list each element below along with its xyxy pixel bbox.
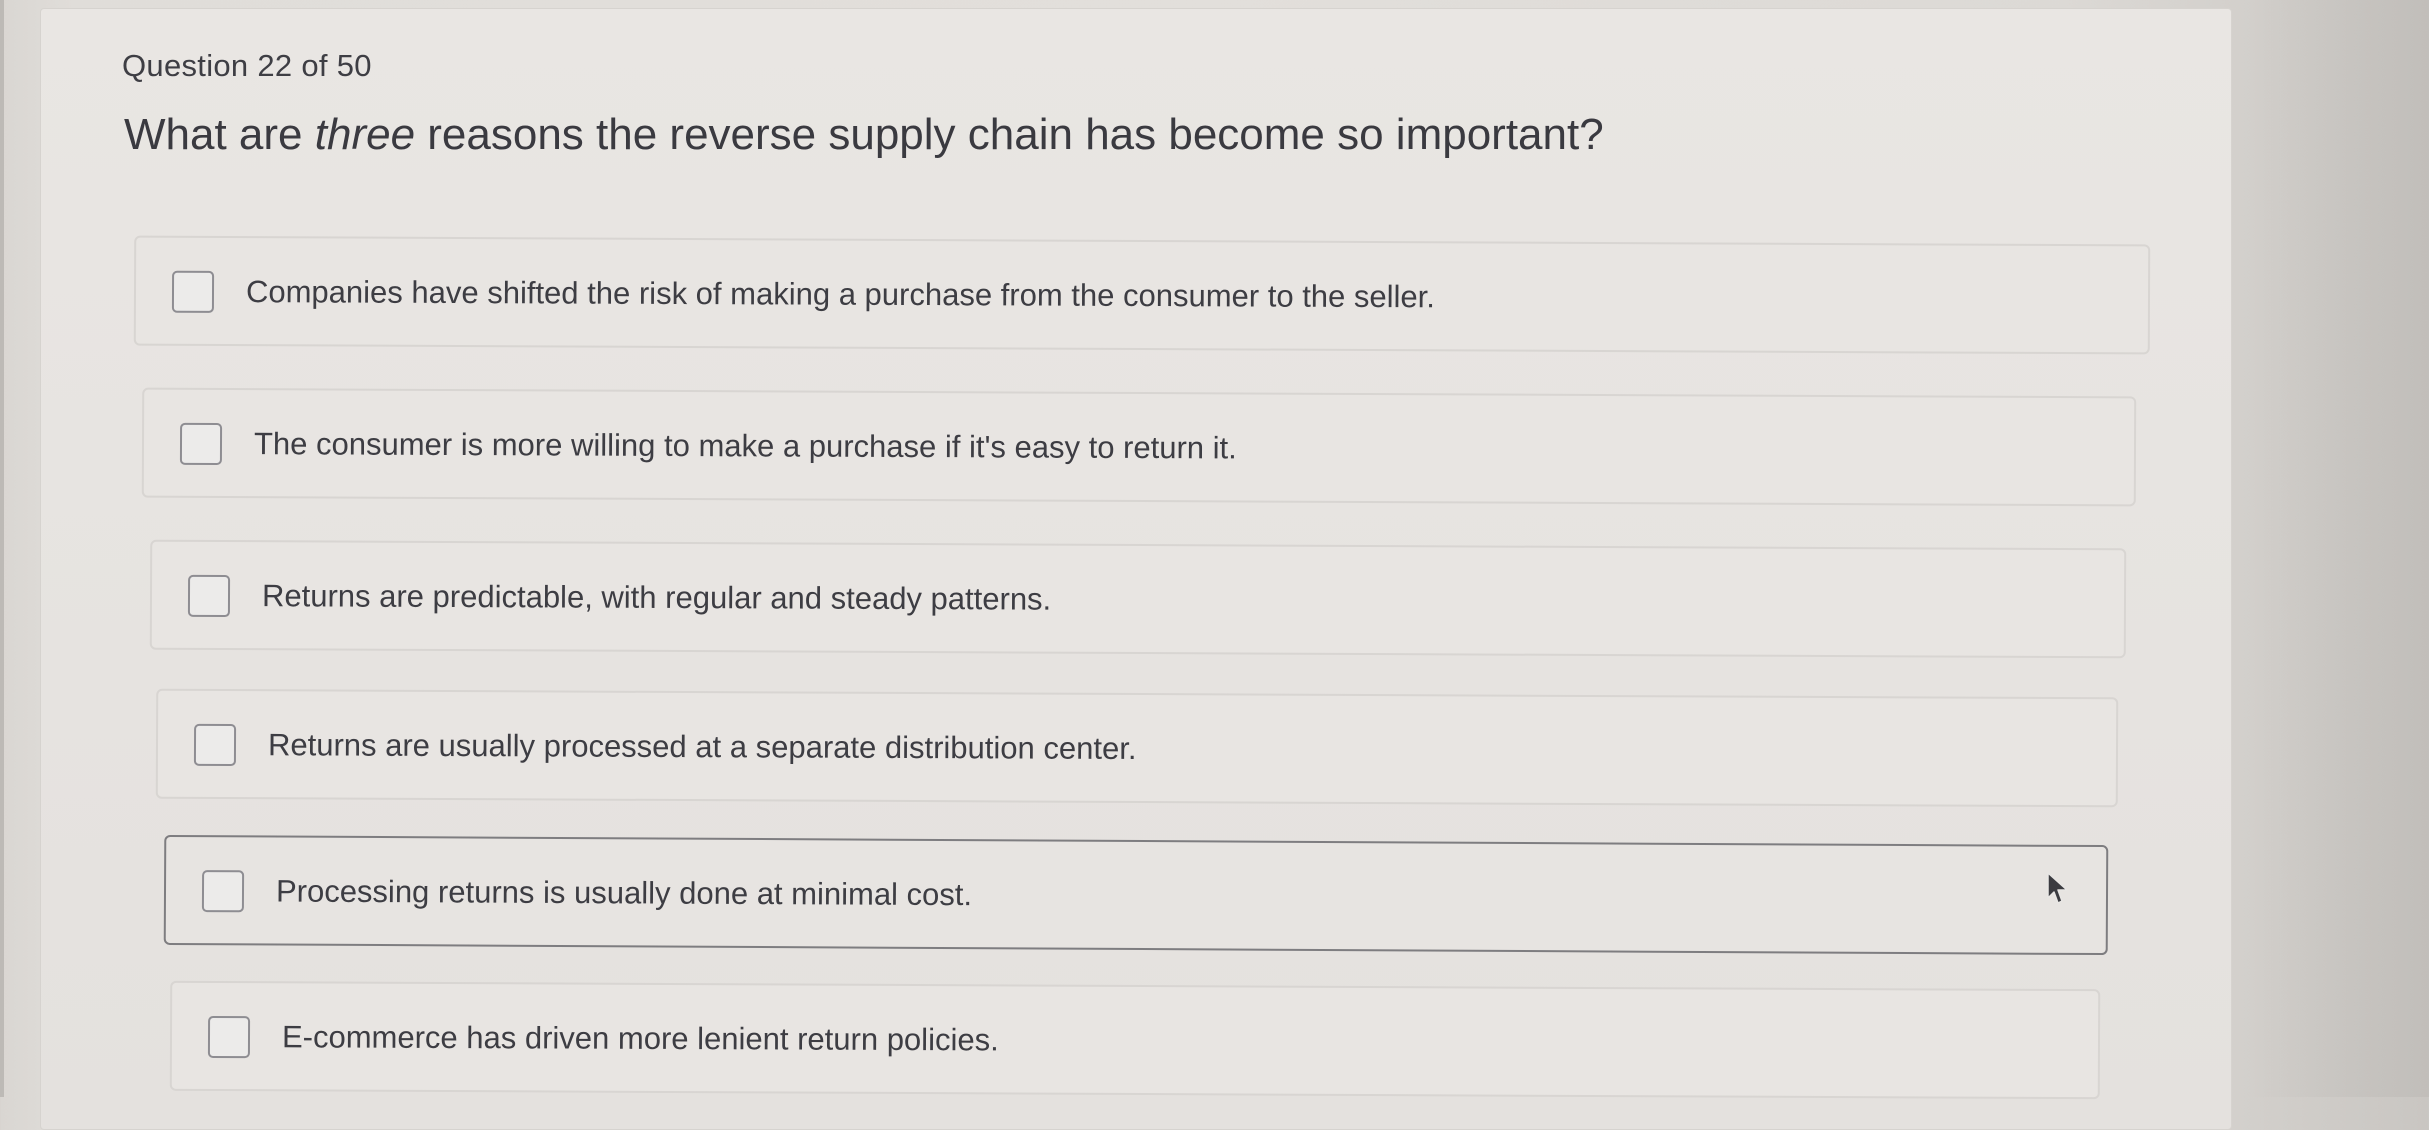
answer-option-1[interactable]: Companies have shifted the risk of makin… <box>133 235 2151 355</box>
question-text: What are three reasons the reverse suppl… <box>124 110 1604 160</box>
answer-option-label: E-commerce has driven more lenient retur… <box>281 1019 999 1058</box>
checkbox-icon[interactable] <box>201 870 245 913</box>
answer-option-4[interactable]: Returns are usually processed at a separ… <box>155 688 2119 808</box>
answer-option-label: Returns are predictable, with regular an… <box>261 578 1052 617</box>
checkbox-icon[interactable] <box>179 422 223 465</box>
answer-option-2[interactable]: The consumer is more willing to make a p… <box>141 387 2137 507</box>
answer-option-label: Returns are usually processed at a separ… <box>267 727 1137 766</box>
answer-option-5[interactable]: Processing returns is usually done at mi… <box>163 834 2109 956</box>
question-counter: Question 22 of 50 <box>122 48 372 83</box>
question-suffix: reasons the reverse supply chain has bec… <box>415 110 1604 159</box>
answer-option-label: The consumer is more willing to make a p… <box>253 426 1237 466</box>
answer-option-label: Processing returns is usually done at mi… <box>275 873 973 913</box>
answer-option-3[interactable]: Returns are predictable, with regular an… <box>149 539 2127 659</box>
answer-option-label: Companies have shifted the risk of makin… <box>245 274 1436 315</box>
mouse-pointer-icon <box>2047 872 2068 904</box>
screen-edge <box>0 0 4 1097</box>
checkbox-icon[interactable] <box>171 270 215 313</box>
question-prefix: What are <box>124 110 315 159</box>
question-emphasis: three <box>314 110 416 159</box>
checkbox-icon[interactable] <box>207 1015 251 1059</box>
answer-option-6[interactable]: E-commerce has driven more lenient retur… <box>169 980 2101 1100</box>
checkbox-icon[interactable] <box>187 574 231 618</box>
screen-shade <box>2249 0 2429 1097</box>
checkbox-icon[interactable] <box>193 723 237 767</box>
